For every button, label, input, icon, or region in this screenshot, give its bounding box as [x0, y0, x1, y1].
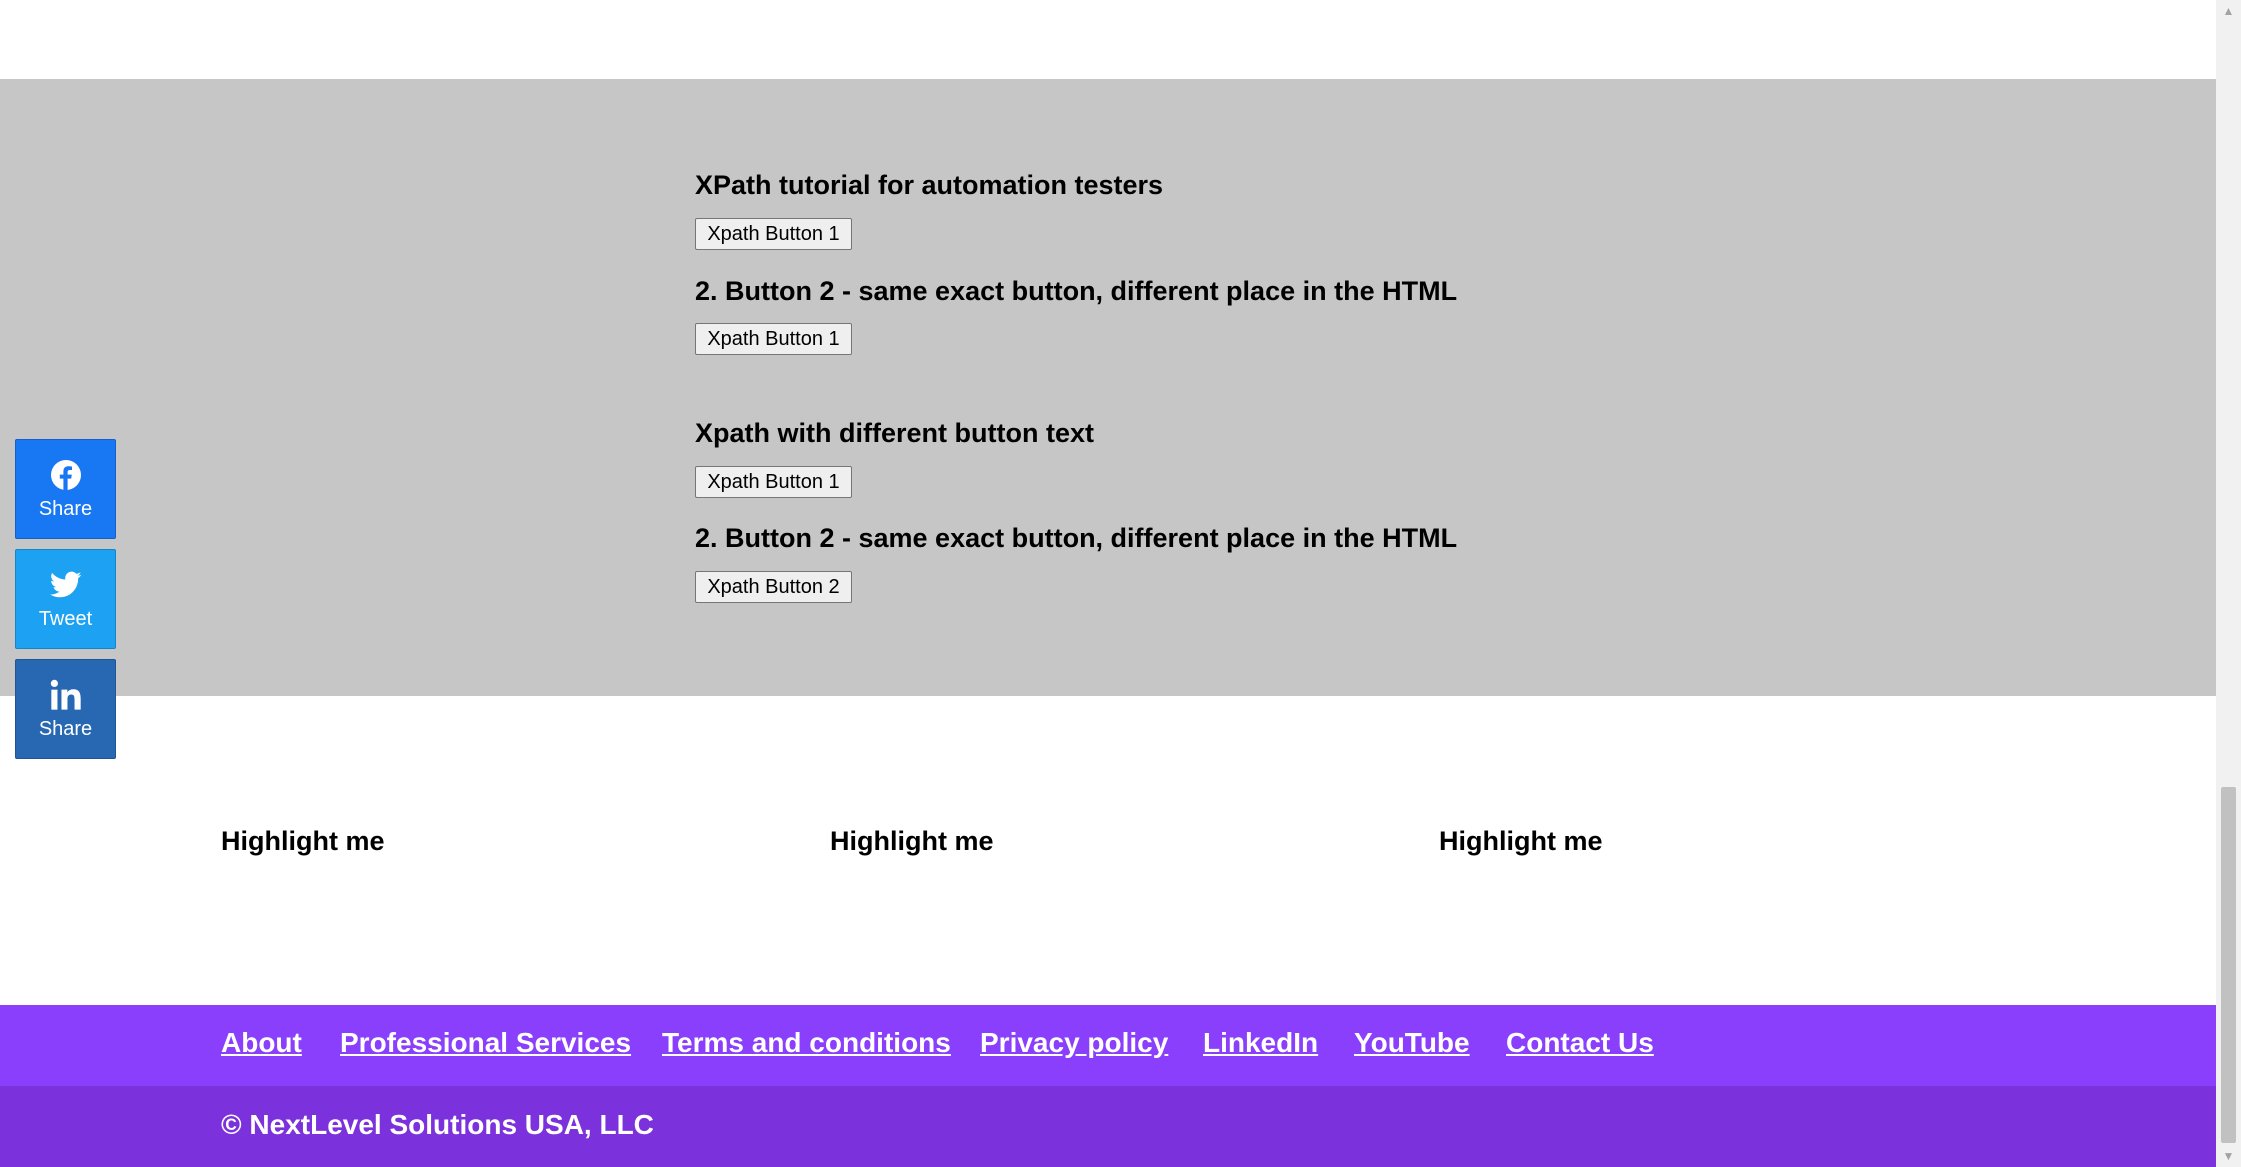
footer-copyright-bar: © NextLevel Solutions USA, LLC	[0, 1086, 2216, 1167]
twitter-tweet-label: Tweet	[38, 607, 93, 630]
section-heading-2: 2. Button 2 - same exact button, differe…	[695, 276, 1457, 307]
facebook-share-label: Share	[38, 497, 93, 520]
footer-link-contact-us[interactable]: Contact Us	[1506, 1027, 1654, 1059]
xpath-button-2[interactable]: Xpath Button 1	[695, 323, 852, 355]
linkedin-share-label: Share	[38, 717, 93, 740]
section-heading-3: Xpath with different button text	[695, 418, 1094, 449]
xpath-button-4[interactable]: Xpath Button 2	[695, 571, 852, 603]
footer-links-bar: About Professional Services Terms and co…	[0, 1005, 2216, 1086]
twitter-tweet-button[interactable]: Tweet	[15, 549, 116, 649]
facebook-icon	[49, 458, 83, 492]
footer-link-youtube[interactable]: YouTube	[1354, 1027, 1470, 1059]
section-heading-text: Xpath with different button text	[695, 418, 1094, 448]
linkedin-icon	[49, 678, 83, 712]
twitter-icon	[49, 568, 83, 602]
scroll-up-arrow-icon[interactable]: ▲	[2216, 0, 2241, 22]
footer-link-privacy[interactable]: Privacy policy	[980, 1027, 1168, 1059]
xpath-button-1[interactable]: Xpath Button 1	[695, 218, 852, 250]
vertical-scrollbar[interactable]: ▲ ▼	[2216, 0, 2241, 1167]
section-heading-1: XPath tutorial for automation testers	[695, 170, 1163, 201]
highlight-text-1: Highlight me	[221, 826, 385, 856]
copyright-text: © NextLevel Solutions USA, LLC	[221, 1109, 654, 1140]
section-heading-text: 2. Button 2 - same exact button, differe…	[695, 276, 1458, 306]
footer-link-about[interactable]: About	[221, 1027, 302, 1059]
facebook-share-button[interactable]: Share	[15, 439, 116, 539]
footer-link-terms[interactable]: Terms and conditions	[662, 1027, 951, 1059]
scrollbar-thumb[interactable]	[2221, 787, 2236, 1143]
top-spacer	[0, 0, 2216, 79]
footer-link-linkedin[interactable]: LinkedIn	[1203, 1027, 1318, 1059]
xpath-button-3[interactable]: Xpath Button 1	[695, 466, 852, 498]
footer-link-professional-services[interactable]: Professional Services	[340, 1027, 631, 1059]
page: XPath tutorial for automation testers Xp…	[0, 0, 2216, 1167]
section-heading-text: XPath tutorial for automation testers	[695, 170, 1164, 200]
linkedin-share-button[interactable]: Share	[15, 659, 116, 759]
section-heading-text: 2. Button 2 - same exact button, differe…	[695, 523, 1458, 553]
highlight-text-3: Highlight me	[1439, 826, 1603, 856]
scroll-down-arrow-icon[interactable]: ▼	[2216, 1145, 2241, 1167]
section-heading-4: 2. Button 2 - same exact button, differe…	[695, 523, 1457, 554]
highlight-text-2: Highlight me	[830, 826, 994, 856]
